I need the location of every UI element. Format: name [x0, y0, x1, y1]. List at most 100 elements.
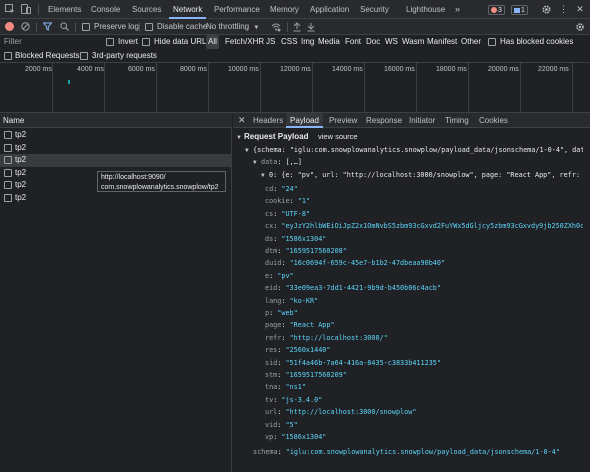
- request-name: tp2: [15, 192, 27, 202]
- type-filter-img[interactable]: Img: [301, 35, 314, 49]
- tab-initiator[interactable]: Initiator: [409, 113, 435, 128]
- network-settings-gear-icon[interactable]: [575, 22, 585, 32]
- more-tabs-button[interactable]: »: [455, 0, 460, 19]
- tab-performance[interactable]: Performance: [214, 0, 260, 19]
- has-blocked-cookies-label: Has blocked cookies: [500, 37, 574, 46]
- request-name: tp2: [15, 180, 27, 189]
- device-toolbar-icon[interactable]: [21, 4, 31, 14]
- tab-payload[interactable]: Payload: [286, 113, 323, 128]
- customize-menu-icon[interactable]: ⋮: [559, 3, 568, 16]
- tab-headers[interactable]: Headers: [253, 113, 283, 128]
- payload-field: vp: "1586x1304": [265, 433, 327, 441]
- payload-root-node[interactable]: ▼ {schema: "iglu:com.snowplowanalytics.sn…: [245, 144, 590, 157]
- blocked-requests-label: Blocked Requests: [15, 51, 80, 60]
- network-overview-timeline[interactable]: 2000 ms 4000 ms 6000 ms 8000 ms 10000 ms…: [0, 63, 590, 113]
- preserve-log-checkbox[interactable]: [82, 23, 90, 31]
- tab-console[interactable]: Console: [91, 0, 120, 19]
- payload-data-node[interactable]: ▼ data: [,…]: [253, 156, 302, 169]
- name-column-header[interactable]: Name: [0, 113, 232, 128]
- payload-field: cx: "eyJzY2hlbWEiOiJpZ2x1OmNvbS5zbm93cGx…: [265, 220, 590, 233]
- tab-preview[interactable]: Preview: [329, 113, 357, 128]
- timeline-tick-label: 16000 ms: [384, 66, 415, 73]
- payload-item-node[interactable]: ▼ 0: {e: "pv", url: "http://localhost:300…: [261, 169, 590, 182]
- settings-gear-icon[interactable]: [541, 4, 552, 15]
- type-filter-fetch-xhr[interactable]: Fetch/XHR: [225, 35, 264, 49]
- type-filter-other[interactable]: Other: [461, 35, 481, 49]
- blocked-requests-checkbox[interactable]: [4, 52, 12, 60]
- type-filter-js[interactable]: JS: [266, 35, 275, 49]
- view-source-link[interactable]: view source: [318, 131, 358, 144]
- request-name: tp2: [15, 142, 27, 152]
- tab-security[interactable]: Security: [360, 0, 389, 19]
- tab-cookies[interactable]: Cookies: [479, 113, 508, 128]
- request-row[interactable]: tp2: [0, 142, 232, 155]
- tab-timing[interactable]: Timing: [445, 113, 469, 128]
- payload-key: lang: [265, 296, 282, 305]
- inspect-element-icon[interactable]: [5, 4, 15, 14]
- export-har-icon[interactable]: [307, 22, 315, 32]
- preserve-log-label: Preserve log: [94, 22, 139, 31]
- payload-key: vid: [265, 420, 278, 429]
- request-row-selected[interactable]: tp2: [0, 154, 232, 167]
- hide-data-urls-checkbox[interactable]: [142, 38, 150, 46]
- invert-checkbox[interactable]: [106, 38, 114, 46]
- tab-response[interactable]: Response: [366, 113, 402, 128]
- payload-value: "5": [285, 420, 298, 429]
- has-blocked-cookies-checkbox[interactable]: [488, 38, 496, 46]
- type-filter-ws[interactable]: WS: [385, 35, 398, 49]
- detail-scrollbar[interactable]: [583, 128, 590, 472]
- error-count: 3: [498, 7, 502, 14]
- type-filter-all[interactable]: All: [206, 35, 219, 49]
- type-filter-css[interactable]: CSS: [281, 35, 297, 49]
- invert-label: Invert: [118, 37, 139, 46]
- request-url-tooltip: http://localhost:9090/ com.snowplowanaly…: [97, 171, 226, 192]
- payload-value: "16c0694f-659c-45e7-b1b2-47dbeaa90b40": [289, 259, 446, 268]
- filter-input[interactable]: Filter: [4, 35, 99, 49]
- message-count: 1: [521, 7, 525, 14]
- error-count-badge[interactable]: 3: [488, 5, 505, 15]
- payload-field: dtm: "1659517560208": [265, 247, 347, 255]
- third-party-checkbox[interactable]: [80, 52, 88, 60]
- tab-application[interactable]: Application: [310, 0, 349, 19]
- error-icon: [491, 7, 497, 14]
- network-conditions-icon[interactable]: [271, 22, 281, 32]
- payload-field: stm: "1659517560209": [265, 371, 347, 379]
- close-detail-icon[interactable]: ✕: [238, 115, 246, 126]
- request-row[interactable]: tp2: [0, 192, 232, 205]
- tab-sources[interactable]: Sources: [132, 0, 161, 19]
- payload-key: eid: [265, 284, 278, 293]
- tab-memory[interactable]: Memory: [270, 0, 299, 19]
- search-icon[interactable]: [60, 22, 69, 31]
- timeline-tick-label: 8000 ms: [180, 66, 207, 73]
- tab-elements[interactable]: Elements: [48, 0, 81, 19]
- record-icon[interactable]: [5, 22, 14, 31]
- expand-arrow-icon: ▼: [261, 171, 265, 179]
- payload-value: "33e09ea3-7dd1-4421-9b9d-b450b06c4acb": [285, 284, 441, 293]
- payload-key: dtm: [265, 247, 278, 255]
- tab-network[interactable]: Network: [168, 0, 207, 19]
- type-filter-manifest[interactable]: Manifest: [427, 35, 457, 49]
- payload-key: tna: [265, 383, 278, 392]
- type-filter-wasm[interactable]: Wasm: [402, 35, 424, 49]
- clear-icon[interactable]: [21, 22, 30, 31]
- tooltip-line: com.snowplowanalytics.snowplow/tp2: [101, 183, 219, 191]
- timeline-tick-label: 20000 ms: [488, 66, 519, 73]
- message-count-badge[interactable]: 1: [511, 5, 528, 15]
- type-filter-font[interactable]: Font: [345, 35, 361, 49]
- payload-value: "51f4a46b-7a64-416a-8435-c3833b411235": [285, 358, 441, 367]
- tab-lighthouse[interactable]: Lighthouse: [406, 0, 445, 19]
- request-row[interactable]: tp2: [0, 129, 232, 142]
- close-devtools-icon[interactable]: ✕: [575, 3, 585, 16]
- type-filter-doc[interactable]: Doc: [366, 35, 380, 49]
- disable-cache-checkbox[interactable]: [145, 23, 153, 31]
- request-payload-section-header[interactable]: ▼ Request Payload: [236, 131, 308, 144]
- timeline-tick-label: 2000 ms: [25, 66, 52, 73]
- payload-key: cookie: [265, 197, 290, 206]
- type-filter-media[interactable]: Media: [318, 35, 340, 49]
- import-har-icon[interactable]: [293, 22, 301, 32]
- payload-field: res: "2560x1440": [265, 346, 331, 355]
- payload-key: vp: [265, 433, 274, 441]
- throttling-select[interactable]: No throttling ▼: [206, 22, 259, 31]
- filter-icon[interactable]: [42, 22, 53, 31]
- payload-value: "iglu:com.snowplowanalytics.snowplow/pay…: [285, 448, 560, 456]
